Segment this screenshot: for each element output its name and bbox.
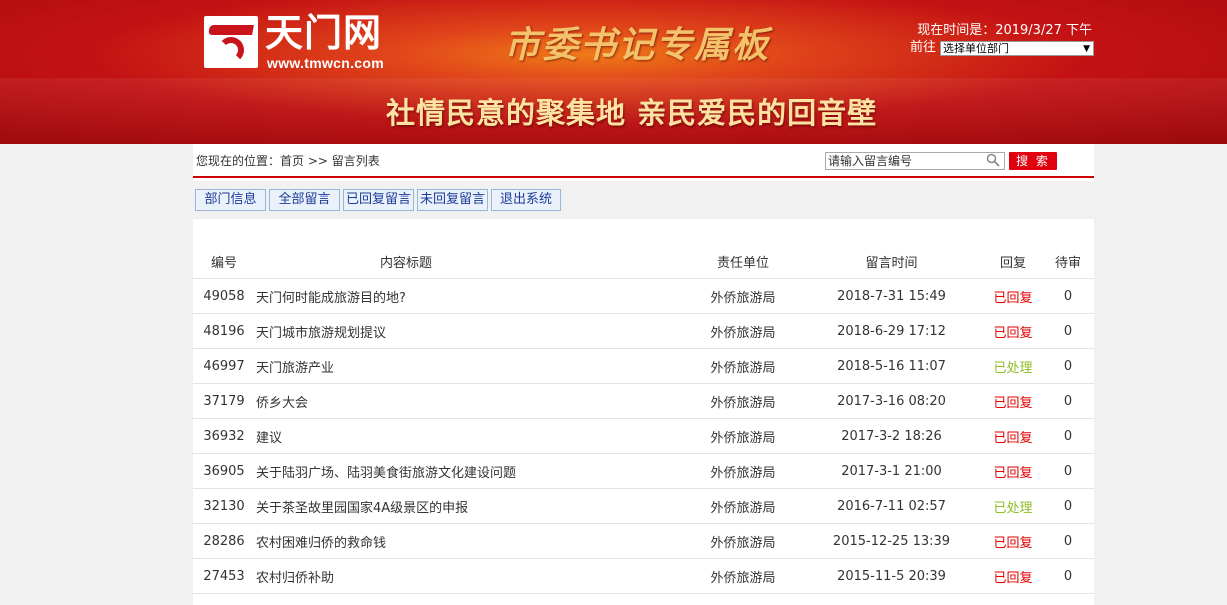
table-row[interactable]: 46997 天门旅游产业 外侨旅游局 2018-5-16 11:07 已处理 0: [193, 349, 1094, 384]
message-id: 49058: [203, 288, 245, 304]
search-button[interactable]: 搜 索: [1009, 152, 1057, 170]
message-unit: 外侨旅游局: [710, 570, 776, 586]
reply-status[interactable]: 已回复: [984, 567, 1042, 586]
site-logo-icon[interactable]: [204, 16, 258, 68]
message-id: 36932: [203, 428, 245, 444]
tab-logout[interactable]: 退出系统: [491, 189, 561, 211]
message-id: 32130: [203, 498, 245, 514]
message-title-link[interactable]: 天门何时能成旅游目的地?: [255, 287, 687, 306]
pending-count: 0: [1063, 533, 1073, 549]
message-unit: 外侨旅游局: [710, 465, 776, 481]
table-row[interactable]: 37179 侨乡大会 外侨旅游局 2017-3-16 08:20 已回复 0: [193, 384, 1094, 419]
column-header-id: 编号: [210, 256, 237, 271]
pending-count: 0: [1063, 463, 1073, 479]
pending-count: 0: [1063, 428, 1073, 444]
message-time: 2015-11-5 20:39: [837, 568, 946, 584]
site-url[interactable]: www.tmwcn.com: [267, 55, 384, 71]
pending-count: 0: [1063, 393, 1073, 409]
table-row[interactable]: 28286 农村困难归侨的救命钱 外侨旅游局 2015-12-25 13:39 …: [193, 524, 1094, 559]
message-title-link[interactable]: 天门城市旅游规划提议: [255, 322, 687, 341]
message-title-link[interactable]: 农村归侨补助: [255, 567, 687, 586]
header-divider: [193, 176, 1094, 178]
message-table: 编号 内容标题 责任单位 留言时间 回复 待审 49058 天门何时能成旅游目的…: [193, 245, 1094, 594]
header-banner: 天门网 www.tmwcn.com 市委书记专属板 社情民意的聚集地 亲民爱民的…: [0, 0, 1227, 144]
goto-department: 前往 选择单位部门 ▼: [910, 40, 1095, 56]
board-title: 市委书记专属板: [504, 24, 771, 66]
search-icon[interactable]: [986, 153, 1000, 167]
tab-unreplied-messages[interactable]: 未回复留言: [417, 189, 488, 211]
message-unit: 外侨旅游局: [710, 500, 776, 516]
message-time: 2016-7-11 02:57: [837, 498, 946, 514]
pending-count: 0: [1063, 358, 1073, 374]
column-header-unit: 责任单位: [716, 256, 769, 271]
pending-count: 0: [1063, 288, 1073, 304]
message-id: 48196: [203, 323, 245, 339]
reply-status[interactable]: 已回复: [984, 392, 1042, 411]
reply-status[interactable]: 已回复: [984, 532, 1042, 551]
table-row[interactable]: 36905 关于陆羽广场、陆羽美食街旅游文化建设问题 外侨旅游局 2017-3-…: [193, 454, 1094, 489]
message-time: 2015-12-25 13:39: [832, 533, 951, 549]
message-title-link[interactable]: 天门旅游产业: [255, 357, 687, 376]
message-time: 2018-7-31 15:49: [837, 288, 946, 304]
message-unit: 外侨旅游局: [710, 535, 776, 551]
message-title-link[interactable]: 农村困难归侨的救命钱: [255, 532, 687, 551]
pending-count: 0: [1063, 323, 1073, 339]
slogan: 社情民意的聚集地 亲民爱民的回音壁: [386, 96, 878, 130]
message-unit: 外侨旅游局: [710, 360, 776, 376]
reply-status[interactable]: 已回复: [984, 322, 1042, 341]
column-header-reply: 回复: [999, 256, 1026, 271]
message-time: 2017-3-2 18:26: [841, 428, 942, 444]
message-unit: 外侨旅游局: [710, 290, 776, 306]
dropdown-arrow-icon: ▼: [1083, 43, 1091, 54]
message-time: 2018-5-16 11:07: [837, 358, 946, 374]
reply-status[interactable]: 已回复: [984, 287, 1042, 306]
reply-status[interactable]: 已回复: [984, 462, 1042, 481]
message-time: 2017-3-1 21:00: [841, 463, 942, 479]
column-header-time: 留言时间: [865, 256, 918, 271]
message-id: 36905: [203, 463, 245, 479]
message-title-link[interactable]: 关于陆羽广场、陆羽美食街旅游文化建设问题: [255, 462, 687, 481]
goto-label: 前往: [910, 40, 937, 55]
table-header: 编号 内容标题 责任单位 留言时间 回复 待审: [193, 245, 1094, 279]
nav-tabs: 部门信息 全部留言 已回复留言 未回复留言 退出系统: [195, 189, 564, 211]
table-row[interactable]: 49058 天门何时能成旅游目的地? 外侨旅游局 2018-7-31 15:49…: [193, 279, 1094, 314]
table-row[interactable]: 36932 建议 外侨旅游局 2017-3-2 18:26 已回复 0: [193, 419, 1094, 454]
message-id: 46997: [203, 358, 245, 374]
table-row[interactable]: 48196 天门城市旅游规划提议 外侨旅游局 2018-6-29 17:12 已…: [193, 314, 1094, 349]
message-title-link[interactable]: 关于茶圣故里园国家4A级景区的申报: [255, 497, 687, 516]
message-title-link[interactable]: 建议: [255, 427, 687, 446]
search-input[interactable]: 请输入留言编号: [825, 152, 1005, 170]
message-unit: 外侨旅游局: [710, 395, 776, 411]
message-id: 37179: [203, 393, 245, 409]
message-unit: 外侨旅游局: [710, 325, 776, 341]
column-header-pending: 待审: [1054, 256, 1081, 271]
message-time: 2018-6-29 17:12: [837, 323, 946, 339]
message-id: 28286: [203, 533, 245, 549]
department-select[interactable]: 选择单位部门 ▼: [940, 40, 1095, 56]
pending-count: 0: [1063, 568, 1073, 584]
breadcrumb: 您现在的位置：首页 >> 留言列表: [196, 154, 380, 168]
department-select-value: 选择单位部门: [943, 41, 1010, 55]
tab-replied-messages[interactable]: 已回复留言: [343, 189, 414, 211]
message-title-link[interactable]: 侨乡大会: [255, 392, 687, 411]
tab-department-info[interactable]: 部门信息: [195, 189, 266, 211]
reply-status[interactable]: 已处理: [984, 497, 1042, 516]
column-header-title: 内容标题: [379, 256, 432, 271]
tab-all-messages[interactable]: 全部留言: [269, 189, 340, 211]
pending-count: 0: [1063, 498, 1073, 514]
reply-status[interactable]: 已处理: [984, 357, 1042, 376]
message-id: 27453: [203, 568, 245, 584]
table-row[interactable]: 27453 农村归侨补助 外侨旅游局 2015-11-5 20:39 已回复 0: [193, 559, 1094, 594]
message-unit: 外侨旅游局: [710, 430, 776, 446]
search-placeholder: 请输入留言编号: [828, 154, 913, 168]
reply-status[interactable]: 已回复: [984, 427, 1042, 446]
message-time: 2017-3-16 08:20: [837, 393, 946, 409]
site-logo-text[interactable]: 天门网: [265, 10, 382, 56]
table-row[interactable]: 32130 关于茶圣故里园国家4A级景区的申报 外侨旅游局 2016-7-11 …: [193, 489, 1094, 524]
